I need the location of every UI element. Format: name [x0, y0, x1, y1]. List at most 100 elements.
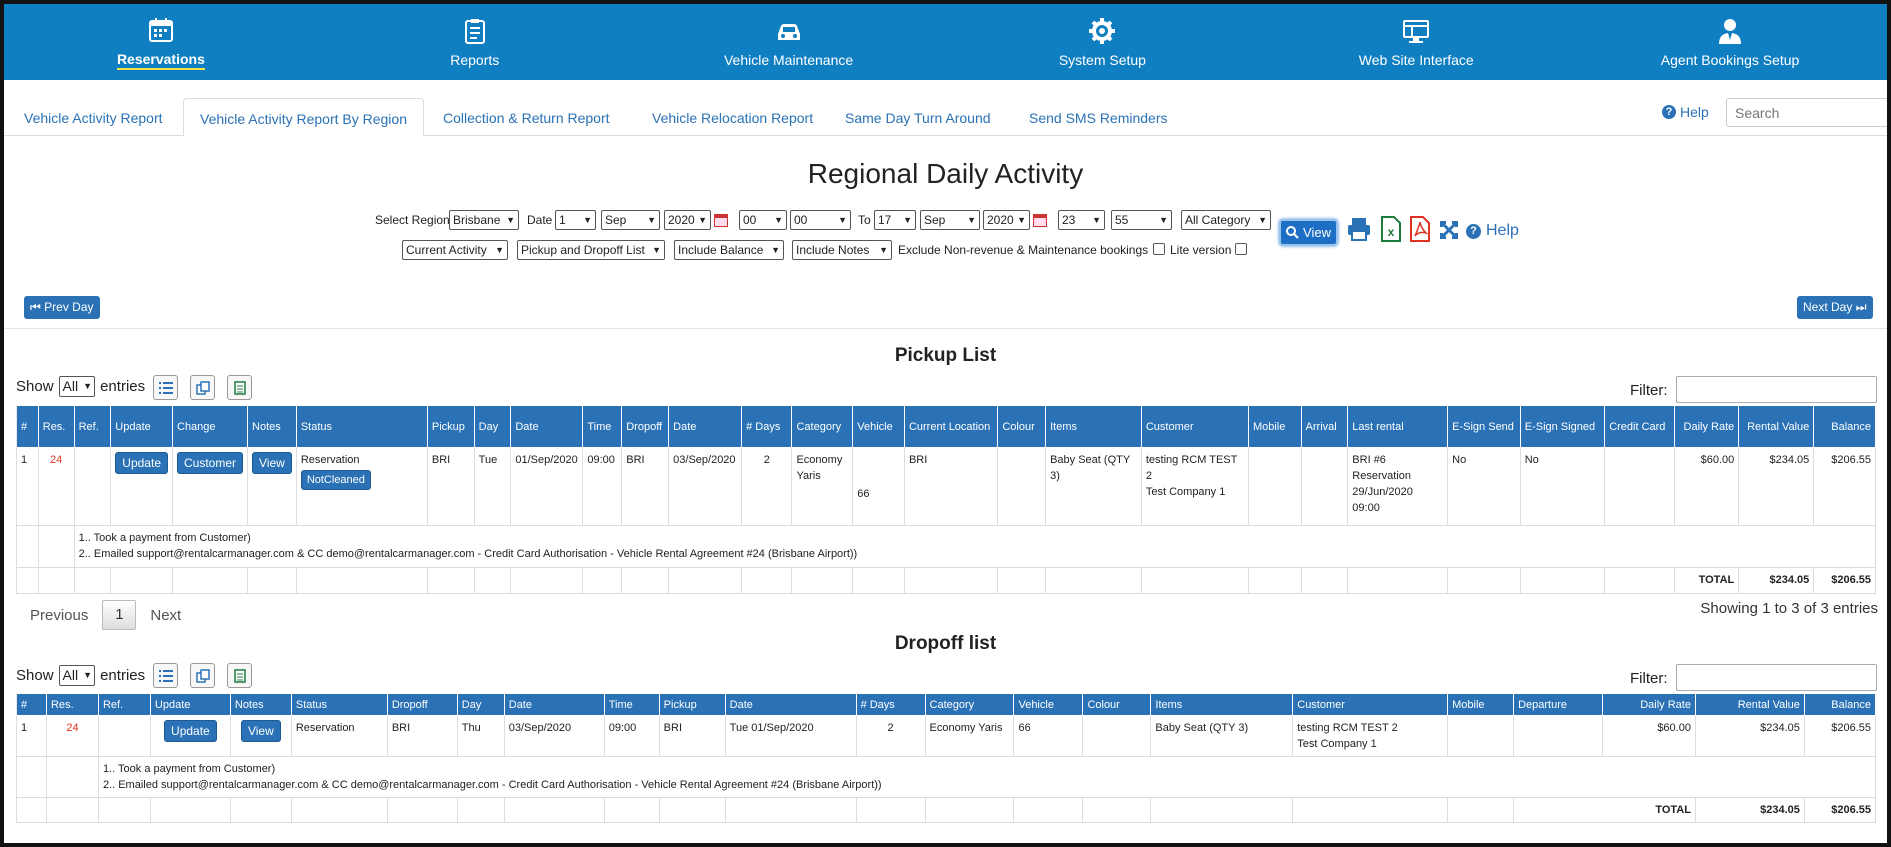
nav-reports[interactable]: Reports	[318, 4, 632, 80]
column-header[interactable]: Credit Card	[1604, 405, 1675, 448]
tab-same-day-turn-around[interactable]: Same Day Turn Around	[829, 98, 1007, 137]
tab-collection-return-report[interactable]: Collection & Return Report	[427, 98, 626, 137]
to-month-select[interactable]: Sep	[920, 210, 980, 230]
column-header[interactable]: Pickup	[658, 693, 726, 716]
column-header[interactable]: Time	[582, 405, 623, 448]
nav-system-setup[interactable]: System Setup	[945, 4, 1259, 80]
view-notes-button[interactable]: View	[252, 452, 292, 474]
column-header[interactable]: Last rental	[1347, 405, 1449, 448]
column-header[interactable]: Status	[295, 405, 428, 448]
column-header[interactable]: Dropoff	[621, 405, 670, 448]
column-toggle-button[interactable]	[153, 375, 178, 400]
column-header[interactable]: # Days	[855, 693, 926, 716]
column-header[interactable]: #	[16, 693, 47, 716]
column-header[interactable]: Rental Value	[1738, 405, 1815, 448]
copy-button[interactable]	[190, 375, 215, 400]
column-header[interactable]: Departure	[1513, 693, 1604, 716]
pdf-export-icon[interactable]	[1409, 216, 1431, 242]
nav-web-site-interface[interactable]: Web Site Interface	[1259, 4, 1573, 80]
calendar-icon[interactable]	[714, 214, 728, 227]
activity-select[interactable]: Current Activity	[402, 240, 508, 260]
column-header[interactable]: Category	[924, 693, 1015, 716]
print-icon[interactable]	[1346, 216, 1372, 242]
column-header[interactable]: Daily Rate	[1602, 693, 1696, 716]
column-header[interactable]: Customer	[1292, 693, 1449, 716]
column-header[interactable]: Balance	[1813, 405, 1876, 448]
to-hour-select[interactable]: 23	[1058, 210, 1105, 230]
column-header[interactable]: Res.	[37, 405, 75, 448]
from-minute-select[interactable]: 00	[790, 210, 851, 230]
csv-export-button[interactable]	[227, 663, 252, 688]
column-header[interactable]: Vehicle	[852, 405, 905, 448]
lite-version-checkbox[interactable]	[1235, 243, 1247, 255]
column-header[interactable]: Day	[456, 693, 505, 716]
dropoff-filter-input[interactable]	[1676, 664, 1877, 691]
column-header[interactable]: Change	[171, 405, 249, 448]
view-notes-button[interactable]: View	[240, 720, 281, 742]
column-header[interactable]: Items	[1150, 693, 1294, 716]
csv-export-button[interactable]	[227, 375, 252, 400]
nav-vehicle-maintenance[interactable]: Vehicle Maintenance	[632, 4, 946, 80]
column-toggle-button[interactable]	[153, 663, 178, 688]
notes-select[interactable]: Include Notes	[792, 240, 892, 260]
update-button[interactable]: Update	[115, 452, 168, 474]
from-day-select[interactable]: 1	[555, 210, 596, 230]
reservation-link[interactable]: 24	[37, 447, 75, 526]
from-month-select[interactable]: Sep	[601, 210, 660, 230]
page-length-select[interactable]: All	[58, 376, 96, 397]
search-input[interactable]	[1726, 98, 1891, 127]
column-header[interactable]: Items	[1045, 405, 1142, 448]
tab-vehicle-activity-report[interactable]: Vehicle Activity Report	[8, 98, 179, 137]
column-header[interactable]: Day	[473, 405, 512, 448]
column-header[interactable]: Notes	[229, 693, 292, 716]
to-day-select[interactable]: 17	[874, 210, 916, 230]
column-header[interactable]: Time	[603, 693, 660, 716]
page-1-button[interactable]: 1	[102, 600, 137, 630]
column-header[interactable]: Mobile	[1447, 693, 1515, 716]
page-length-select[interactable]: All	[58, 665, 96, 686]
tab-vehicle-activity-by-region[interactable]: Vehicle Activity Report By Region	[183, 98, 424, 137]
column-header[interactable]: Rental Value	[1694, 693, 1805, 716]
nav-reservations[interactable]: Reservations	[4, 4, 318, 80]
exclude-checkbox[interactable]	[1153, 243, 1165, 255]
column-header[interactable]: Pickup	[426, 405, 475, 448]
pickup-filter-input[interactable]	[1676, 376, 1877, 403]
previous-page-button[interactable]: Previous	[30, 607, 88, 624]
column-header[interactable]: # Days	[741, 405, 793, 448]
next-day-button[interactable]: Next Day ⏭	[1797, 296, 1873, 319]
calendar-icon[interactable]	[1033, 214, 1047, 227]
column-header[interactable]: Date	[510, 405, 584, 448]
excel-export-icon[interactable]: x	[1380, 216, 1402, 242]
fullscreen-icon[interactable]	[1439, 220, 1459, 240]
balance-select[interactable]: Include Balance	[674, 240, 784, 260]
column-header[interactable]: Daily Rate	[1673, 405, 1740, 448]
column-header[interactable]: Res.	[45, 693, 99, 716]
customer-button[interactable]: Customer	[177, 452, 244, 474]
column-header[interactable]: Status	[290, 693, 388, 716]
column-header[interactable]: Update	[149, 693, 231, 716]
column-header[interactable]: Dropoff	[386, 693, 458, 716]
status-badge[interactable]: NotCleaned	[300, 470, 371, 490]
column-header[interactable]: Ref.	[97, 693, 151, 716]
column-header[interactable]: Colour	[997, 405, 1047, 448]
column-header[interactable]: Update	[110, 405, 173, 448]
column-header[interactable]: E-Sign Send	[1447, 405, 1521, 448]
column-header[interactable]: E-Sign Signed	[1519, 405, 1606, 448]
prev-day-button[interactable]: ⏮ Prev Day	[24, 296, 100, 319]
to-year-select[interactable]: 2020	[983, 210, 1030, 230]
column-header[interactable]: Date	[668, 405, 743, 448]
category-select[interactable]: All Category	[1181, 210, 1271, 230]
column-header[interactable]: Current Location	[903, 405, 999, 448]
column-header[interactable]: Vehicle	[1013, 693, 1084, 716]
column-header[interactable]: Customer	[1140, 405, 1249, 448]
column-header[interactable]: Balance	[1803, 693, 1877, 716]
update-button[interactable]: Update	[164, 720, 217, 742]
region-select[interactable]: Brisbane	[449, 210, 519, 230]
column-header[interactable]: Date	[503, 693, 605, 716]
column-header[interactable]: #	[16, 405, 39, 448]
column-header[interactable]: Ref.	[73, 405, 112, 448]
nav-agent-bookings-setup[interactable]: Agent Bookings Setup	[1573, 4, 1887, 80]
reservation-link[interactable]: 24	[45, 715, 99, 757]
list-type-select[interactable]: Pickup and Dropoff List	[517, 240, 665, 260]
help-link[interactable]: ? Help	[1662, 104, 1709, 120]
